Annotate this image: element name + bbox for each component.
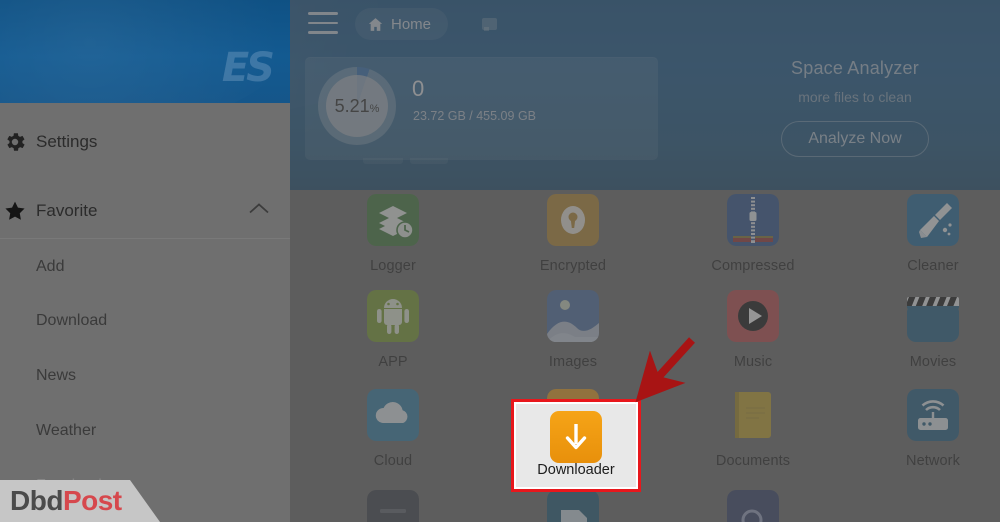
hamburger-menu-icon[interactable] bbox=[308, 12, 338, 36]
home-icon bbox=[368, 17, 383, 31]
storage-percent-value: 5.21 bbox=[334, 96, 370, 116]
grid-tile-label: Compressed bbox=[711, 258, 795, 274]
clapperboard-icon bbox=[907, 290, 959, 342]
tab-home[interactable]: Home bbox=[355, 8, 449, 40]
grid-tile-row4-1[interactable] bbox=[508, 490, 638, 522]
zip-icon bbox=[727, 194, 779, 246]
watermark-text-a: Dbd bbox=[10, 485, 63, 516]
sidebar-item-add-label: Add bbox=[36, 257, 65, 275]
storage-usage-text: 23.72 GB / 455.09 GB bbox=[413, 109, 536, 123]
new-tab-icon[interactable] bbox=[482, 18, 497, 31]
grid-tile-cleaner[interactable]: Cleaner bbox=[868, 194, 998, 290]
grid-tile-label: Movies bbox=[909, 354, 957, 370]
grid-tile-label: Logger bbox=[370, 258, 416, 274]
tab-home-label: Home bbox=[391, 15, 432, 33]
chevron-up-icon[interactable] bbox=[248, 201, 270, 220]
sidebar-item-download-label: Download bbox=[36, 311, 108, 329]
space-analyzer-panel: Space Analyzer more files to clean Analy… bbox=[720, 58, 990, 157]
storage-percent-symbol: % bbox=[369, 103, 380, 115]
storage-donut-chart: 5.21 % bbox=[318, 67, 396, 145]
android-icon bbox=[367, 290, 419, 342]
music-play-icon bbox=[727, 290, 779, 342]
watermark-text-b: Post bbox=[62, 485, 122, 516]
drawer-header: ES bbox=[0, 0, 290, 103]
analyze-now-button[interactable]: Analyze Now bbox=[781, 121, 929, 157]
storage-summary-card[interactable]: 5.21 % 0 23.72 GB / 455.09 GB bbox=[305, 57, 658, 164]
grid-tile-logger[interactable]: Logger bbox=[328, 194, 458, 290]
pointer-arrow-icon bbox=[635, 337, 695, 403]
grid-tile-label: Music bbox=[733, 354, 773, 370]
cloud-icon bbox=[367, 389, 419, 441]
card-notch-2 bbox=[410, 158, 448, 164]
grid-tile-row4-2[interactable] bbox=[688, 490, 818, 522]
grid-tile-network[interactable]: Network bbox=[868, 389, 998, 485]
navigation-drawer: ES Settings Favorite Add Download News W… bbox=[0, 0, 290, 522]
storage-free-count: 0 bbox=[412, 76, 425, 101]
grid-tile-row4-0[interactable] bbox=[328, 490, 458, 522]
space-analyzer-subtitle: more files to clean bbox=[798, 89, 912, 105]
grid-tile-encrypted[interactable]: Encrypted bbox=[508, 194, 638, 290]
space-analyzer-title: Space Analyzer bbox=[791, 58, 919, 78]
lock-icon bbox=[547, 194, 599, 246]
sidebar-item-download[interactable]: Download bbox=[0, 293, 290, 348]
grid-tile-cloud[interactable]: Cloud bbox=[328, 389, 458, 485]
grid-tile-label: Documents bbox=[715, 453, 791, 469]
sidebar-item-favorite-label: Favorite bbox=[36, 200, 98, 220]
grid-tile-label: Images bbox=[548, 354, 598, 370]
sidebar-item-settings-label: Settings bbox=[36, 131, 98, 151]
document-icon bbox=[727, 389, 779, 441]
sidebar-item-weather[interactable]: Weather bbox=[0, 403, 290, 458]
sidebar-item-news[interactable]: News bbox=[0, 348, 290, 403]
card-notch bbox=[363, 158, 403, 164]
download-arrow-icon bbox=[550, 411, 602, 463]
logger-icon bbox=[367, 194, 419, 246]
sidebar-item-weather-label: Weather bbox=[36, 421, 97, 439]
grid-tile-movies[interactable]: Movies bbox=[868, 290, 998, 386]
grid-tile-app[interactable]: APP bbox=[328, 290, 458, 386]
sidebar-item-add[interactable]: Add bbox=[0, 239, 290, 294]
sidebar-item-favorite[interactable]: Favorite bbox=[0, 183, 290, 238]
grid-tile-label: APP bbox=[378, 354, 408, 370]
picture-icon bbox=[547, 290, 599, 342]
es-logo: ES bbox=[221, 45, 275, 91]
grid-tile-label: Encrypted bbox=[539, 258, 607, 274]
device-icon bbox=[367, 490, 419, 522]
gear-icon bbox=[2, 129, 28, 155]
grid-tile-label: Cloud bbox=[373, 453, 413, 469]
sd-card-icon bbox=[547, 490, 599, 522]
top-toolbar: Home bbox=[290, 0, 1000, 48]
highlight-label-downloader: Downloader bbox=[537, 462, 615, 478]
broom-icon bbox=[907, 194, 959, 246]
sidebar-item-settings[interactable]: Settings bbox=[0, 114, 290, 169]
grid-tile-label: Network bbox=[906, 453, 960, 469]
sidebar-item-news-label: News bbox=[36, 366, 77, 384]
search-icon bbox=[727, 490, 779, 522]
es-file-explorer-screen: Home 5.21 % 0 23.72 GB / 455.09 GB Space… bbox=[0, 0, 1000, 522]
grid-tile-compressed[interactable]: Compressed bbox=[688, 194, 818, 290]
router-wifi-icon bbox=[907, 389, 959, 441]
star-icon bbox=[2, 198, 28, 224]
grid-tile-label: Cleaner bbox=[907, 258, 959, 274]
